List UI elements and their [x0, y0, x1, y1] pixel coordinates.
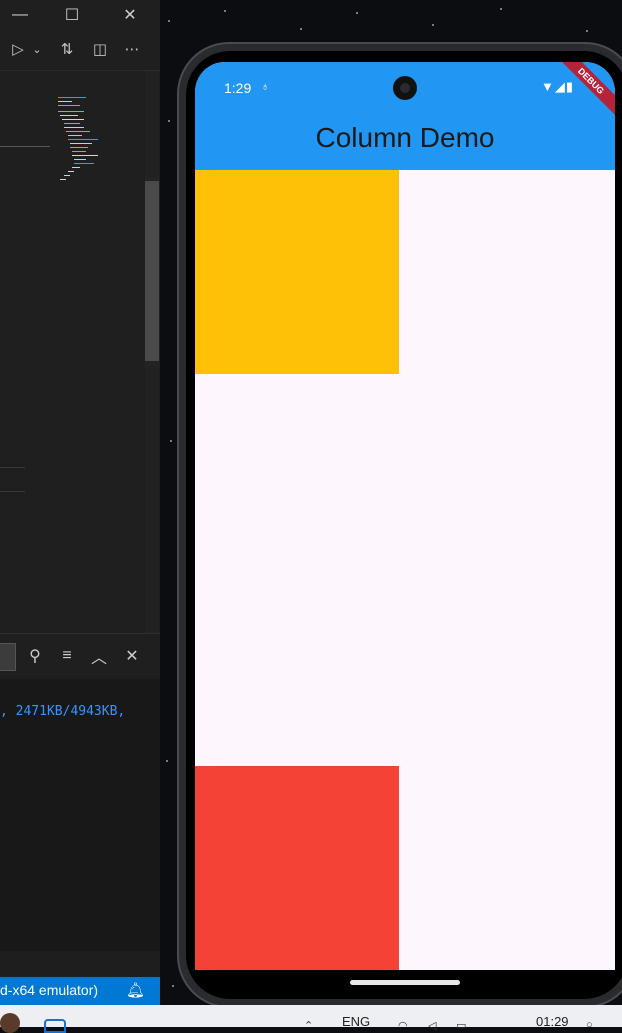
terminal-output[interactable]: , 2471KB/4943KB, [0, 679, 160, 951]
star [224, 10, 226, 12]
divider [0, 491, 25, 492]
clear-all-icon[interactable]: ≡ [56, 645, 78, 667]
source-control-icon[interactable]: ⇅ [56, 38, 78, 60]
bell-icon[interactable]: 🔔︎ [126, 981, 145, 999]
star [432, 24, 434, 26]
battery-icon[interactable]: ▭ [456, 1019, 466, 1032]
divider [0, 467, 25, 468]
volume-icon[interactable]: ◁ [428, 1019, 436, 1032]
status-device[interactable]: d-x64 emulator) [0, 982, 98, 998]
chevron-up-icon[interactable]: ︿ [88, 645, 110, 667]
taskbar: ⌃ ENG ◠ ◁ ▭ 01:29 ○ [0, 1005, 622, 1033]
phone-screen[interactable]: 1:29 ♁ ▼◢▮ DEBUG Column Demo [195, 62, 615, 970]
scrollbar-thumb[interactable] [145, 181, 159, 361]
split-editor-icon[interactable]: ◫ [89, 38, 111, 60]
star [168, 120, 170, 122]
more-actions-icon[interactable]: ⋯ [121, 38, 143, 60]
search-icon[interactable]: ⚲ [24, 645, 46, 667]
minimap[interactable] [0, 93, 108, 193]
star [300, 28, 302, 30]
find-input[interactable] [0, 643, 16, 671]
restore-icon[interactable]: ☐ [52, 0, 92, 30]
red-box [195, 766, 399, 970]
chevron-up-icon[interactable]: ⌃ [304, 1019, 313, 1032]
taskbar-app-icon[interactable] [44, 1019, 66, 1033]
editor-actions-bar: ▷ ⌄ ⇅ ◫ ⋯ [0, 30, 160, 71]
close-icon[interactable]: ✕ [110, 0, 150, 30]
status-bar: d-x64 emulator) 🔔︎ [0, 977, 160, 1005]
camera-icon [393, 76, 417, 100]
gesture-bar[interactable] [350, 980, 460, 985]
minimize-icon[interactable]: — [0, 0, 40, 30]
run-debug-icon[interactable]: ▷ [6, 38, 30, 60]
chevron-down-icon[interactable]: ⌄ [30, 38, 44, 60]
notification-icon[interactable]: ○ [586, 1019, 593, 1031]
star [168, 20, 170, 22]
vscode-window: — ☐ ✕ ▷ ⌄ ⇅ ◫ ⋯ ⚲ ≡ ︿ ✕ , 2471KB/4943KB,… [0, 0, 160, 1005]
terminal-line: , 2471KB/4943KB, [0, 704, 126, 719]
star [166, 760, 168, 762]
panel-header: ⚲ ≡ ︿ ✕ [0, 633, 160, 679]
page-title: Column Demo [315, 122, 495, 153]
star [586, 30, 588, 32]
star [500, 8, 502, 10]
close-icon[interactable]: ✕ [121, 645, 143, 667]
yellow-box [195, 170, 399, 374]
notification-icon: ♁ [261, 81, 270, 93]
star [356, 12, 358, 14]
status-time: 1:29 [224, 80, 252, 96]
wifi-icon[interactable]: ◠ [398, 1019, 408, 1032]
star [170, 440, 172, 442]
editor-scrollbar[interactable] [145, 71, 159, 633]
editor-area[interactable] [0, 71, 160, 633]
app-bar: 1:29 ♁ ▼◢▮ DEBUG Column Demo [195, 62, 615, 170]
avatar[interactable] [0, 1013, 20, 1033]
star [172, 985, 174, 987]
window-titlebar: — ☐ ✕ [0, 0, 160, 30]
status-icons: ▼◢▮ [541, 79, 575, 94]
